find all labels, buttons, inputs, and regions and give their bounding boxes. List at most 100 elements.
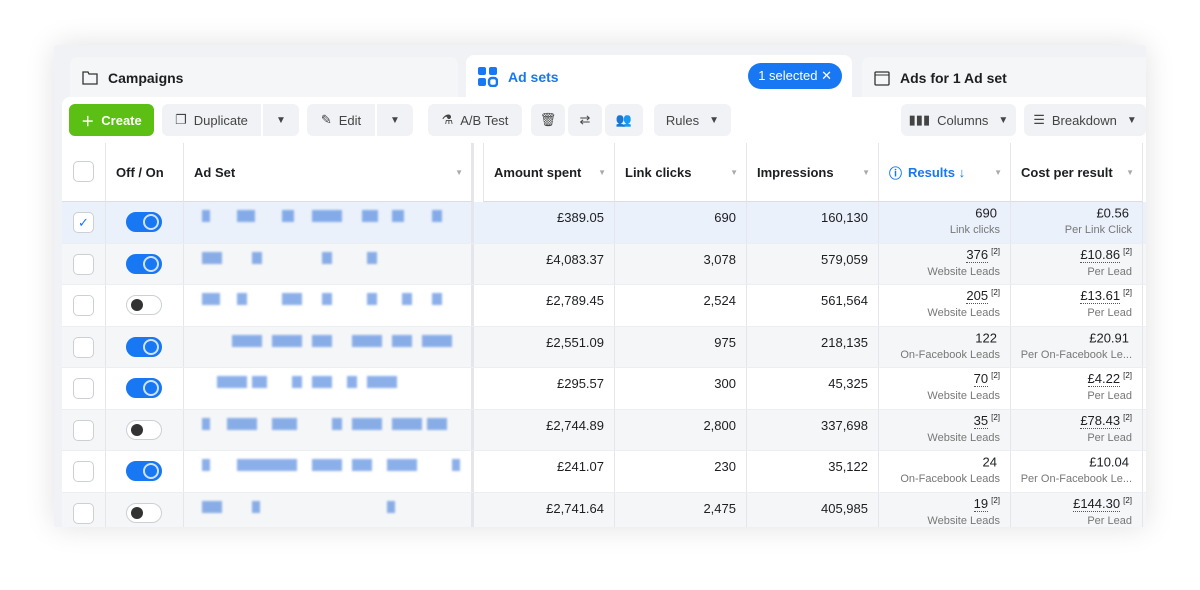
header-link-clicks[interactable]: Link clicks ▼ — [615, 143, 747, 202]
cost-value: £144.30 — [1073, 495, 1121, 512]
selected-badge[interactable]: 1 selected ✕ — [748, 63, 842, 89]
columns-button[interactable]: ▮▮▮ Columns ▼ — [901, 104, 1016, 136]
duplicate-dropdown[interactable]: ▼ — [263, 104, 299, 136]
redacted-name-block — [367, 251, 377, 264]
adset-name-cell[interactable] — [184, 451, 474, 492]
on-off-toggle[interactable] — [126, 336, 162, 357]
redacted-name-block — [272, 334, 302, 347]
sort-icon[interactable]: ▼ — [862, 168, 870, 177]
label: Breakdown — [1051, 112, 1117, 128]
impressions-cell: 337,698 — [747, 409, 879, 450]
header-label: Off / On — [116, 164, 164, 180]
tab-campaigns[interactable]: Campaigns — [70, 57, 458, 99]
redacted-name-block — [367, 293, 377, 305]
amount-spent-cell: £4,083.37 — [483, 243, 615, 284]
select-cell — [62, 409, 106, 450]
header-adset[interactable]: Ad Set ▼ — [184, 143, 474, 202]
select-cell — [62, 368, 106, 409]
table-row[interactable]: £4,083.37 3,078 579,059 376 [2] Website Le… — [62, 243, 1146, 285]
row-checkbox[interactable]: ✓ — [73, 212, 94, 233]
edit-dropdown[interactable]: ▼ — [377, 104, 413, 136]
audience-button[interactable]: 👥 — [605, 104, 643, 136]
toggle-cell — [106, 492, 184, 527]
result-footnote: [2] — [991, 246, 1000, 256]
toggle-cell — [106, 409, 184, 450]
link-clicks-cell: 3,078 — [615, 243, 747, 284]
header-select-all[interactable] — [62, 143, 106, 202]
header-impressions[interactable]: Impressions ▼ — [747, 143, 879, 202]
adset-name-cell[interactable] — [184, 368, 474, 409]
adset-name-cell[interactable] — [184, 409, 474, 450]
pencil-icon: ✎ — [320, 112, 332, 127]
header-amount-spent[interactable]: Amount spent ▼ — [483, 143, 615, 202]
sort-icon[interactable]: ▼ — [1126, 168, 1134, 177]
cost-value: £0.56 — [1096, 205, 1129, 221]
on-off-toggle[interactable] — [126, 419, 162, 440]
on-off-toggle[interactable] — [126, 502, 162, 523]
sort-icon[interactable]: ▼ — [994, 168, 1002, 177]
on-off-toggle[interactable] — [126, 295, 162, 315]
redacted-name-block — [202, 417, 210, 430]
on-off-toggle[interactable] — [126, 461, 162, 481]
table-row[interactable]: ✓ £389.05 690 160,130 690 Link clicks £0.… — [62, 202, 1146, 244]
breakdown-button[interactable]: ☰ Breakdown ▼ — [1024, 104, 1146, 136]
preview-icon: ⇄ — [579, 112, 591, 127]
redacted-name-block — [347, 376, 357, 388]
on-off-toggle[interactable] — [126, 378, 162, 398]
amount-spent-cell: £2,744.89 — [483, 409, 615, 450]
result-footnote: [2] — [991, 371, 1000, 380]
flask-icon: ⚗ — [441, 112, 454, 127]
redacted-name-block — [237, 293, 247, 305]
link-clicks-cell: 2,524 — [615, 285, 747, 326]
select-all-checkbox[interactable] — [73, 161, 94, 182]
adset-name-cell[interactable] — [184, 492, 474, 527]
row-checkbox[interactable] — [73, 295, 94, 316]
create-button[interactable]: ＋ Create — [69, 104, 154, 136]
row-checkbox[interactable] — [73, 378, 94, 399]
edit-button[interactable]: ✎ Edit — [307, 104, 375, 136]
cost-type: Per Lead — [1087, 265, 1132, 278]
adset-name-cell[interactable] — [184, 326, 474, 367]
header-label: Results ↓ — [908, 164, 966, 180]
folder-icon — [82, 71, 98, 85]
row-checkbox[interactable] — [73, 253, 94, 275]
table-row[interactable]: £2,744.89 2,800 337,698 35 [2] Website Lea… — [62, 409, 1146, 451]
tab-ad-sets[interactable]: Ad sets 1 selected ✕ — [466, 55, 852, 99]
redacted-name-block — [227, 417, 257, 430]
delete-button[interactable]: 🗑 — [531, 104, 565, 136]
rules-button[interactable]: Rules ▼ — [654, 104, 731, 136]
on-off-toggle[interactable] — [126, 253, 162, 274]
info-icon[interactable]: ⓘ — [889, 163, 902, 182]
row-checkbox[interactable] — [73, 336, 94, 358]
adset-name-cell[interactable] — [184, 243, 474, 284]
sort-icon[interactable]: ▼ — [730, 168, 738, 177]
duplicate-button[interactable]: ❐ Duplicate — [162, 104, 261, 136]
redacted-name-block — [312, 334, 332, 347]
row-checkbox[interactable] — [73, 419, 94, 441]
adset-name-cell[interactable] — [184, 202, 474, 243]
row-checkbox[interactable] — [73, 502, 94, 524]
result-footnote: [2] — [991, 495, 1000, 505]
header-label: Ad Set — [194, 164, 236, 180]
label: Rules — [665, 112, 700, 128]
close-icon[interactable]: ✕ — [821, 68, 832, 83]
header-results[interactable]: ⓘ Results ↓ ▼ — [879, 143, 1011, 202]
impressions-cell: 579,059 — [747, 243, 879, 284]
table-row[interactable]: £2,789.45 2,524 561,564 205 [2] Website Le… — [62, 285, 1146, 327]
header-cost-per-result[interactable]: Cost per result ▼ — [1011, 143, 1143, 202]
table-row[interactable]: £295.57 300 45,325 70 [2] Website Leads £4… — [62, 368, 1146, 410]
sort-icon[interactable]: ▼ — [598, 168, 606, 177]
table-row[interactable]: £2,741.64 2,475 405,985 19 [2] Website Lea… — [62, 492, 1146, 527]
on-off-toggle[interactable] — [126, 212, 162, 232]
adset-name-cell[interactable] — [184, 285, 474, 326]
table-row[interactable]: £2,551.09 975 218,135 122 On-Facebook Lea… — [62, 326, 1146, 368]
preview-button[interactable]: ⇄ — [568, 104, 602, 136]
sort-icon[interactable]: ▼ — [455, 168, 463, 177]
row-checkbox[interactable] — [73, 461, 94, 482]
table-row[interactable]: £241.07 230 35,122 24 On-Facebook Leads £… — [62, 451, 1146, 493]
label: Columns — [937, 112, 989, 128]
tab-ads[interactable]: Ads for 1 Ad set — [862, 57, 1146, 99]
cost-cell: £10.86 [2] Per Lead — [1011, 243, 1143, 284]
redacted-name-block — [362, 210, 378, 222]
ab-test-button[interactable]: ⚗ A/B Test — [428, 104, 522, 136]
